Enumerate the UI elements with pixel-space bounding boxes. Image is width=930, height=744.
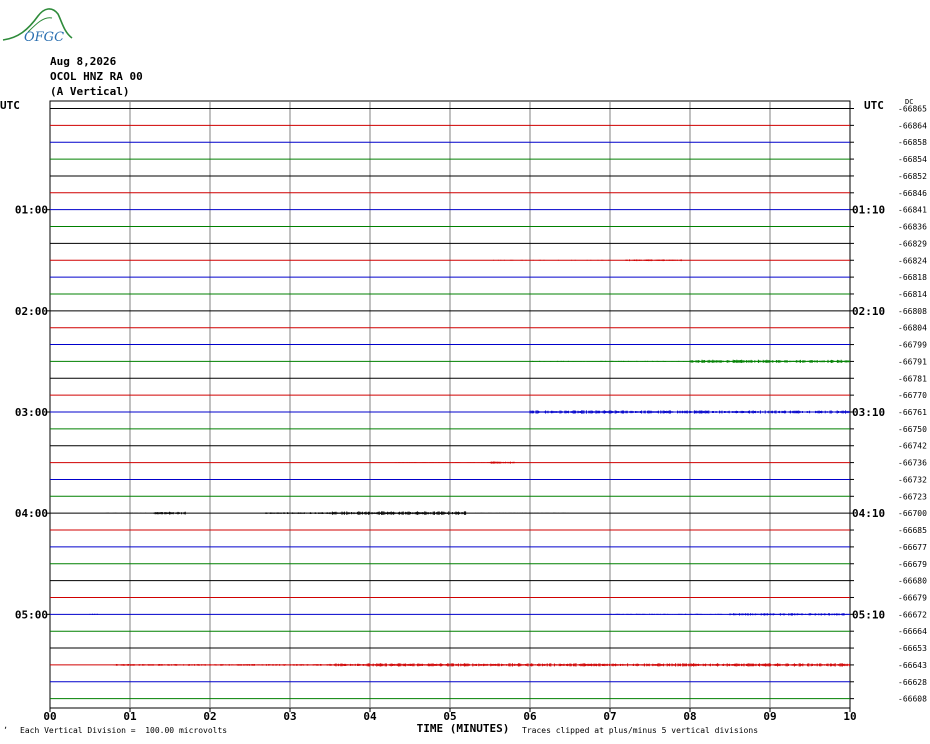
x-tick-label: 08 <box>683 710 696 723</box>
x-tick-label: 10 <box>843 710 856 723</box>
dc-offset-label: -66761 <box>898 408 927 417</box>
left-time-label: 01:00 <box>15 204 48 217</box>
dc-offset-label: -66824 <box>898 256 927 265</box>
dc-offset-label: -66829 <box>898 239 927 248</box>
left-time-label: 02:00 <box>15 305 48 318</box>
dc-offset-label: -66723 <box>898 492 927 501</box>
dc-offset-label: -66858 <box>898 138 927 147</box>
dc-offset-label: -66742 <box>898 442 927 451</box>
dc-offset-label: -66680 <box>898 577 927 586</box>
trace-activity <box>625 259 682 262</box>
dc-offset-label: -66653 <box>898 644 927 653</box>
x-axis-title: TIME (MINUTES) <box>417 722 510 735</box>
x-tick-label: 06 <box>523 710 537 723</box>
dc-offset-label: -66672 <box>898 610 927 619</box>
trace-activity <box>465 512 570 514</box>
dc-offset-label: -66679 <box>898 560 927 569</box>
dc-offset-label: -66864 <box>898 121 927 130</box>
dc-offset-label: -66736 <box>898 459 927 468</box>
dc-offset-label: -66608 <box>898 695 927 704</box>
dc-offset-label: -66679 <box>898 593 927 602</box>
dc-offset-label: -66854 <box>898 155 927 164</box>
right-utc-label: UTC <box>864 99 884 112</box>
dc-offset-label: -66808 <box>898 307 927 316</box>
dc-offset-label: -66677 <box>898 543 927 552</box>
dc-offset-label: -66846 <box>898 189 927 198</box>
right-time-label: 01:10 <box>852 204 885 217</box>
trace-activity <box>153 511 186 515</box>
dc-header-label: DC <box>905 98 913 106</box>
trace-activity <box>113 664 331 666</box>
trace-activity <box>489 461 515 464</box>
dc-offset-label: -66799 <box>898 341 927 350</box>
x-tick-label: 07 <box>603 710 616 723</box>
dc-offset-label: -66643 <box>898 661 927 670</box>
dc-offset-label: -66700 <box>898 509 927 518</box>
dc-offset-label: -66732 <box>898 475 927 484</box>
x-tick-label: 04 <box>363 710 377 723</box>
dc-offset-label: -66836 <box>898 223 927 232</box>
right-time-label: 04:10 <box>852 507 885 520</box>
dc-offset-label: -66841 <box>898 206 927 215</box>
x-tick-label: 03 <box>283 710 296 723</box>
dc-offset-label: -66781 <box>898 374 927 383</box>
helicorder-plot: 00 01 02 03 04 05 06 07 08 09 10-66865-66864-66858… <box>0 98 927 735</box>
scale-note-marker: ʼ <box>3 726 8 735</box>
left-time-label: 04:00 <box>15 507 48 520</box>
dc-offset-label: -66628 <box>898 678 927 687</box>
left-utc-label: UTC <box>0 99 20 112</box>
clip-note: Traces clipped at plus/minus 5 vertical … <box>522 726 759 735</box>
dc-offset-label: -66791 <box>898 357 927 366</box>
dc-offset-label: -66818 <box>898 273 927 282</box>
dc-offset-label: -66852 <box>898 172 927 181</box>
trace-activity <box>529 410 850 414</box>
dc-offset-label: -66814 <box>898 290 927 299</box>
left-time-label: 05:00 <box>15 608 48 621</box>
scale-note: Each Vertical Division = 100.00 microvol… <box>20 726 228 735</box>
x-tick-label: 01 <box>123 710 137 723</box>
right-time-label: 02:10 <box>852 305 885 318</box>
dc-offset-label: -66770 <box>898 391 927 400</box>
dc-offset-label: -66685 <box>898 526 927 535</box>
x-tick-label: 00 <box>43 710 56 723</box>
x-tick-label: 09 <box>763 710 776 723</box>
dc-offset-label: -66664 <box>898 627 927 636</box>
dc-offset-label: -66804 <box>898 324 927 333</box>
right-time-label: 05:10 <box>852 608 885 621</box>
left-time-label: 03:00 <box>15 406 48 419</box>
right-time-label: 03:10 <box>852 406 885 419</box>
dc-offset-label: -66750 <box>898 425 927 434</box>
x-tick-label: 02 <box>203 710 216 723</box>
